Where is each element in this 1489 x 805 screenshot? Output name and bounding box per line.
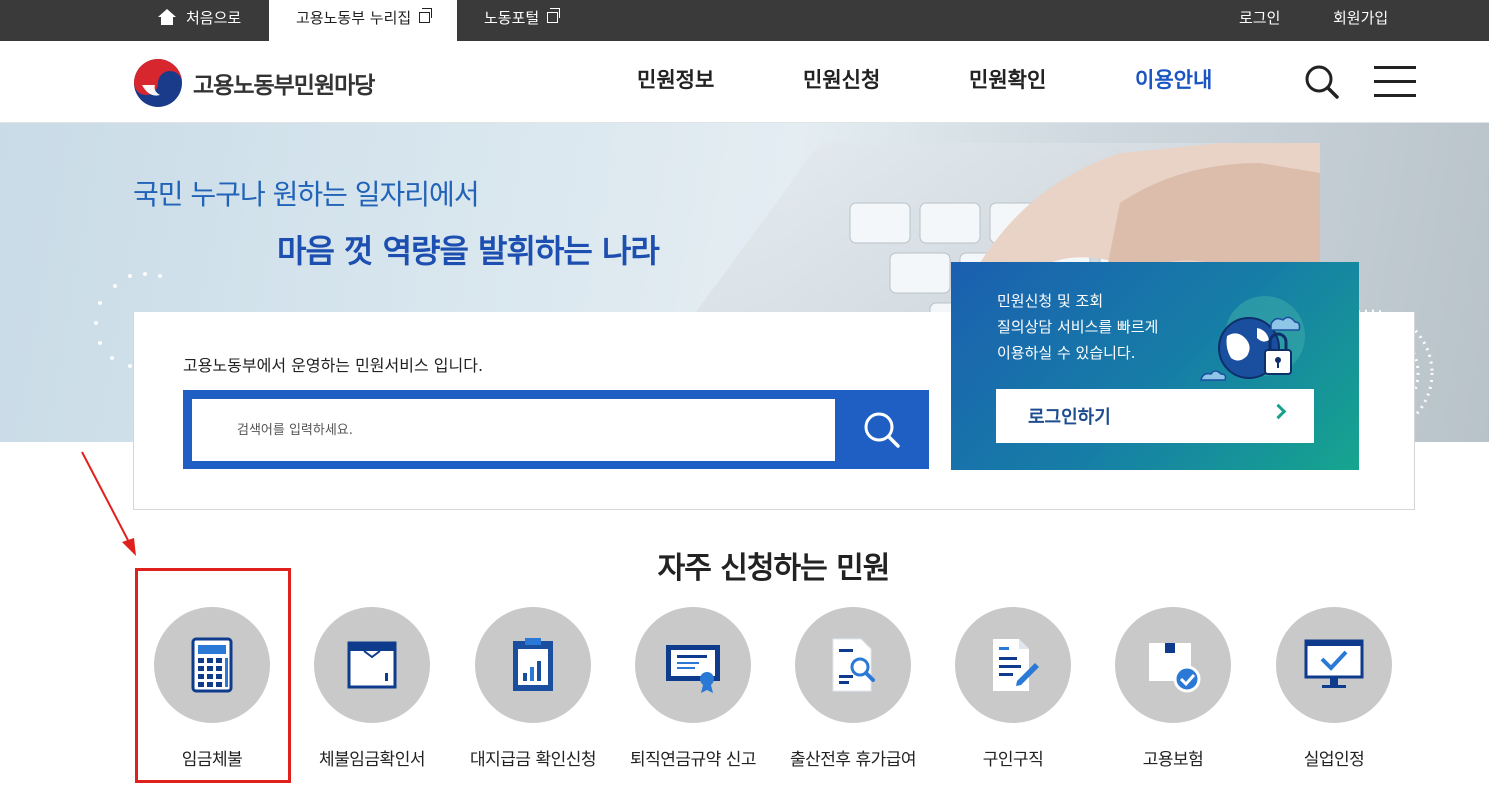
service-label: 고용보험 [1142,750,1204,770]
service-label: 구인구직 [982,750,1044,770]
nav-complaint-check[interactable]: 민원확인 [969,41,1046,123]
external-link-icon [547,8,561,23]
service-label: 대지급금 확인신청 [469,750,597,770]
hamburger-menu-icon[interactable] [1374,66,1416,98]
service-icon-circle [635,607,751,723]
nav-complaint-apply[interactable]: 민원신청 [803,41,880,123]
service-label: 체불임금확인서 [319,750,425,770]
tab-labor-portal-label: 노동포털 [484,9,540,27]
service-unemployment-recognition[interactable]: 실업인정 [1254,607,1414,777]
document-box-icon [347,641,397,689]
tab-moel-site[interactable]: 고용노동부 누리집 [269,0,457,41]
login-card: 민원신청 및 조회 질의상담 서비스를 빠르게 이용하실 수 있습니다. 로그인… [951,262,1359,470]
certificate-icon [666,645,720,693]
service-icon-circle [475,607,591,723]
home-icon [158,9,176,25]
search-icon [864,412,900,448]
search-bar [183,390,929,469]
service-arrears-certificate[interactable]: 체불임금확인서 [292,607,452,777]
external-link-icon [419,8,433,23]
login-message-line: 이용하실 수 있습니다. [997,344,1136,362]
top-utility-bar: 처음으로 고용노동부 누리집 노동포털 로그인 회원가입 [0,0,1489,41]
package-check-icon [1149,643,1201,693]
annotation-arrow [81,451,136,556]
service-icon-circle [1276,607,1392,723]
login-button-label: 로그인하기 [1028,407,1111,428]
login-link[interactable]: 로그인 [1239,0,1280,41]
service-employment-insurance[interactable]: 고용보험 [1093,607,1253,777]
login-message-line: 민원신청 및 조회 [997,292,1104,310]
home-link[interactable]: 처음으로 [158,0,241,41]
tab-labor-portal[interactable]: 노동포털 [484,0,561,41]
signup-link[interactable]: 회원가입 [1333,0,1388,41]
document-search-icon [832,638,875,692]
service-label: 퇴직연금규약 신고 [629,750,757,770]
taegeuk-emblem-icon [133,58,183,108]
nav-usage-guide[interactable]: 이용안내 [1135,41,1212,123]
login-message-line: 질의상담 서비스를 빠르게 [997,318,1159,336]
service-label: 실업인정 [1303,750,1365,770]
home-link-label: 처음으로 [186,9,242,27]
search-caption: 고용노동부에서 운영하는 민원서비스 입니다. [183,356,484,375]
search-input[interactable] [192,399,835,461]
service-icon-circle [795,607,911,723]
service-label: 출산전후 휴가급여 [789,750,917,770]
service-pension-rule-report[interactable]: 퇴직연금규약 신고 [613,607,773,777]
login-message: 민원신청 및 조회 질의상담 서비스를 빠르게 이용하실 수 있습니다. [997,288,1158,366]
globe-lock-icon [1200,296,1305,381]
chart-report-icon [513,638,553,691]
hero-slogan-line2: 마음 껏 역량을 발휘하는 나라 [277,232,660,270]
service-job-search[interactable]: 구인구직 [933,607,1093,777]
hero-slogan-line1: 국민 누구나 원하는 일자리에서 [133,178,480,211]
chevron-right-icon [1270,403,1287,420]
service-substitute-payment[interactable]: 대지급금 확인신청 [453,607,613,777]
login-button[interactable]: 로그인하기 [996,389,1314,443]
search-icon[interactable] [1304,64,1340,100]
service-icon-circle [1115,607,1231,723]
service-icon-circle [314,607,430,723]
monitor-check-icon [1304,639,1364,688]
service-icon-circle [955,607,1071,723]
tab-moel-site-label: 고용노동부 누리집 [296,9,412,27]
site-header: 고용노동부민원마당 민원정보 민원신청 민원확인 이용안내 [0,41,1489,123]
nav-complaint-info[interactable]: 민원정보 [637,41,714,123]
logo-text: 고용노동부민원마당 [193,73,375,99]
site-logo[interactable]: 고용노동부민원마당 [133,58,375,108]
annotation-highlight-box [135,568,291,783]
document-pen-icon [993,639,1039,691]
search-button[interactable] [835,390,929,469]
service-maternity-benefit[interactable]: 출산전후 휴가급여 [773,607,933,777]
